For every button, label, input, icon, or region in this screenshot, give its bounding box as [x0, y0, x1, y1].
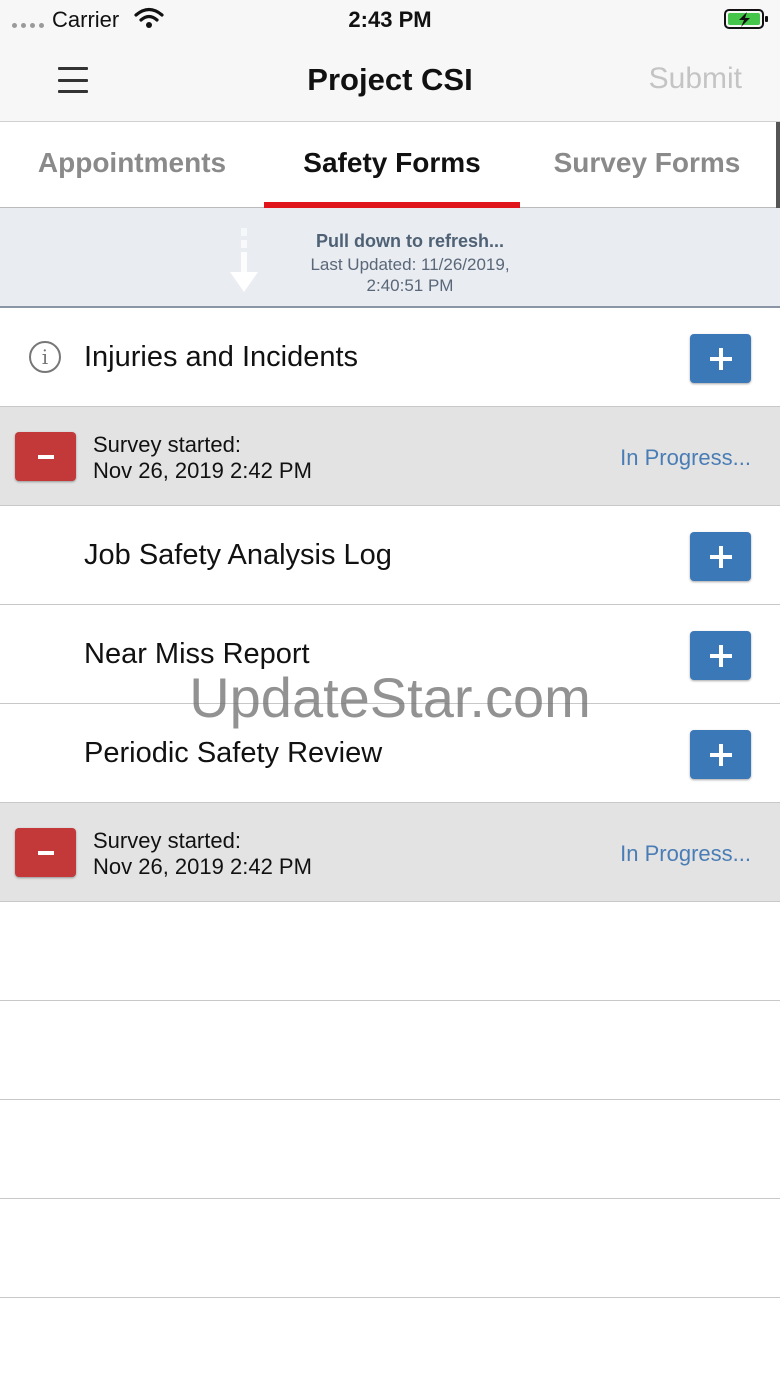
last-updated-time: 2:40:51 PM [366, 276, 454, 295]
info-icon[interactable]: i [29, 341, 61, 373]
empty-list-row [0, 1001, 780, 1100]
form-label: Job Safety Analysis Log [84, 539, 392, 571]
survey-status-link[interactable]: In Progress... [620, 445, 751, 471]
tab-appointments[interactable]: Appointments [0, 122, 264, 208]
watermark: UpdateStar.com [189, 666, 591, 729]
battery-charging-icon [724, 9, 768, 29]
survey-started-date: Nov 26, 2019 2:42 PM [93, 458, 312, 483]
clock: 2:43 PM [348, 7, 432, 32]
tab-survey-forms[interactable]: Survey Forms [520, 122, 774, 208]
pull-to-refresh[interactable]: Pull down to refresh... Last Updated: 11… [0, 208, 780, 308]
form-label: Periodic Safety Review [84, 737, 383, 769]
survey-started-label: Survey started: [93, 828, 241, 853]
form-label: Injuries and Incidents [84, 341, 359, 373]
status-bar: Carrier 2:43 PM [0, 0, 780, 40]
navigation-bar: Project CSI Submit [0, 40, 780, 122]
refresh-title: Pull down to refresh... [315, 231, 504, 251]
last-updated: Last Updated: 11/26/2019, 2:40:51 PM [0, 254, 780, 296]
submit-button[interactable]: Submit [649, 62, 742, 96]
empty-list-row [0, 902, 780, 1001]
last-updated-date: Last Updated: 11/26/2019, [310, 255, 510, 274]
form-row-injuries-and-incidents[interactable]: i Injuries and Incidents [0, 308, 780, 407]
survey-started-date: Nov 26, 2019 2:42 PM [93, 854, 312, 879]
add-form-button[interactable] [690, 532, 751, 581]
tab-bar: Appointments Safety Forms Survey Forms [0, 122, 780, 208]
form-row-job-safety-analysis-log[interactable]: Job Safety Analysis Log [0, 506, 780, 605]
tab-safety-forms[interactable]: Safety Forms [264, 122, 520, 208]
add-form-button[interactable] [690, 730, 751, 779]
survey-started-label: Survey started: [93, 432, 241, 457]
empty-list-row [0, 1199, 780, 1298]
remove-survey-button[interactable] [15, 828, 76, 877]
add-form-button[interactable] [690, 334, 751, 383]
survey-row[interactable]: Survey started: Nov 26, 2019 2:42 PM In … [0, 407, 780, 506]
survey-status-link[interactable]: In Progress... [620, 841, 751, 867]
survey-row[interactable]: Survey started: Nov 26, 2019 2:42 PM In … [0, 803, 780, 902]
tab-scroll-edge [776, 122, 780, 208]
remove-survey-button[interactable] [15, 432, 76, 481]
empty-list-row [0, 1100, 780, 1199]
